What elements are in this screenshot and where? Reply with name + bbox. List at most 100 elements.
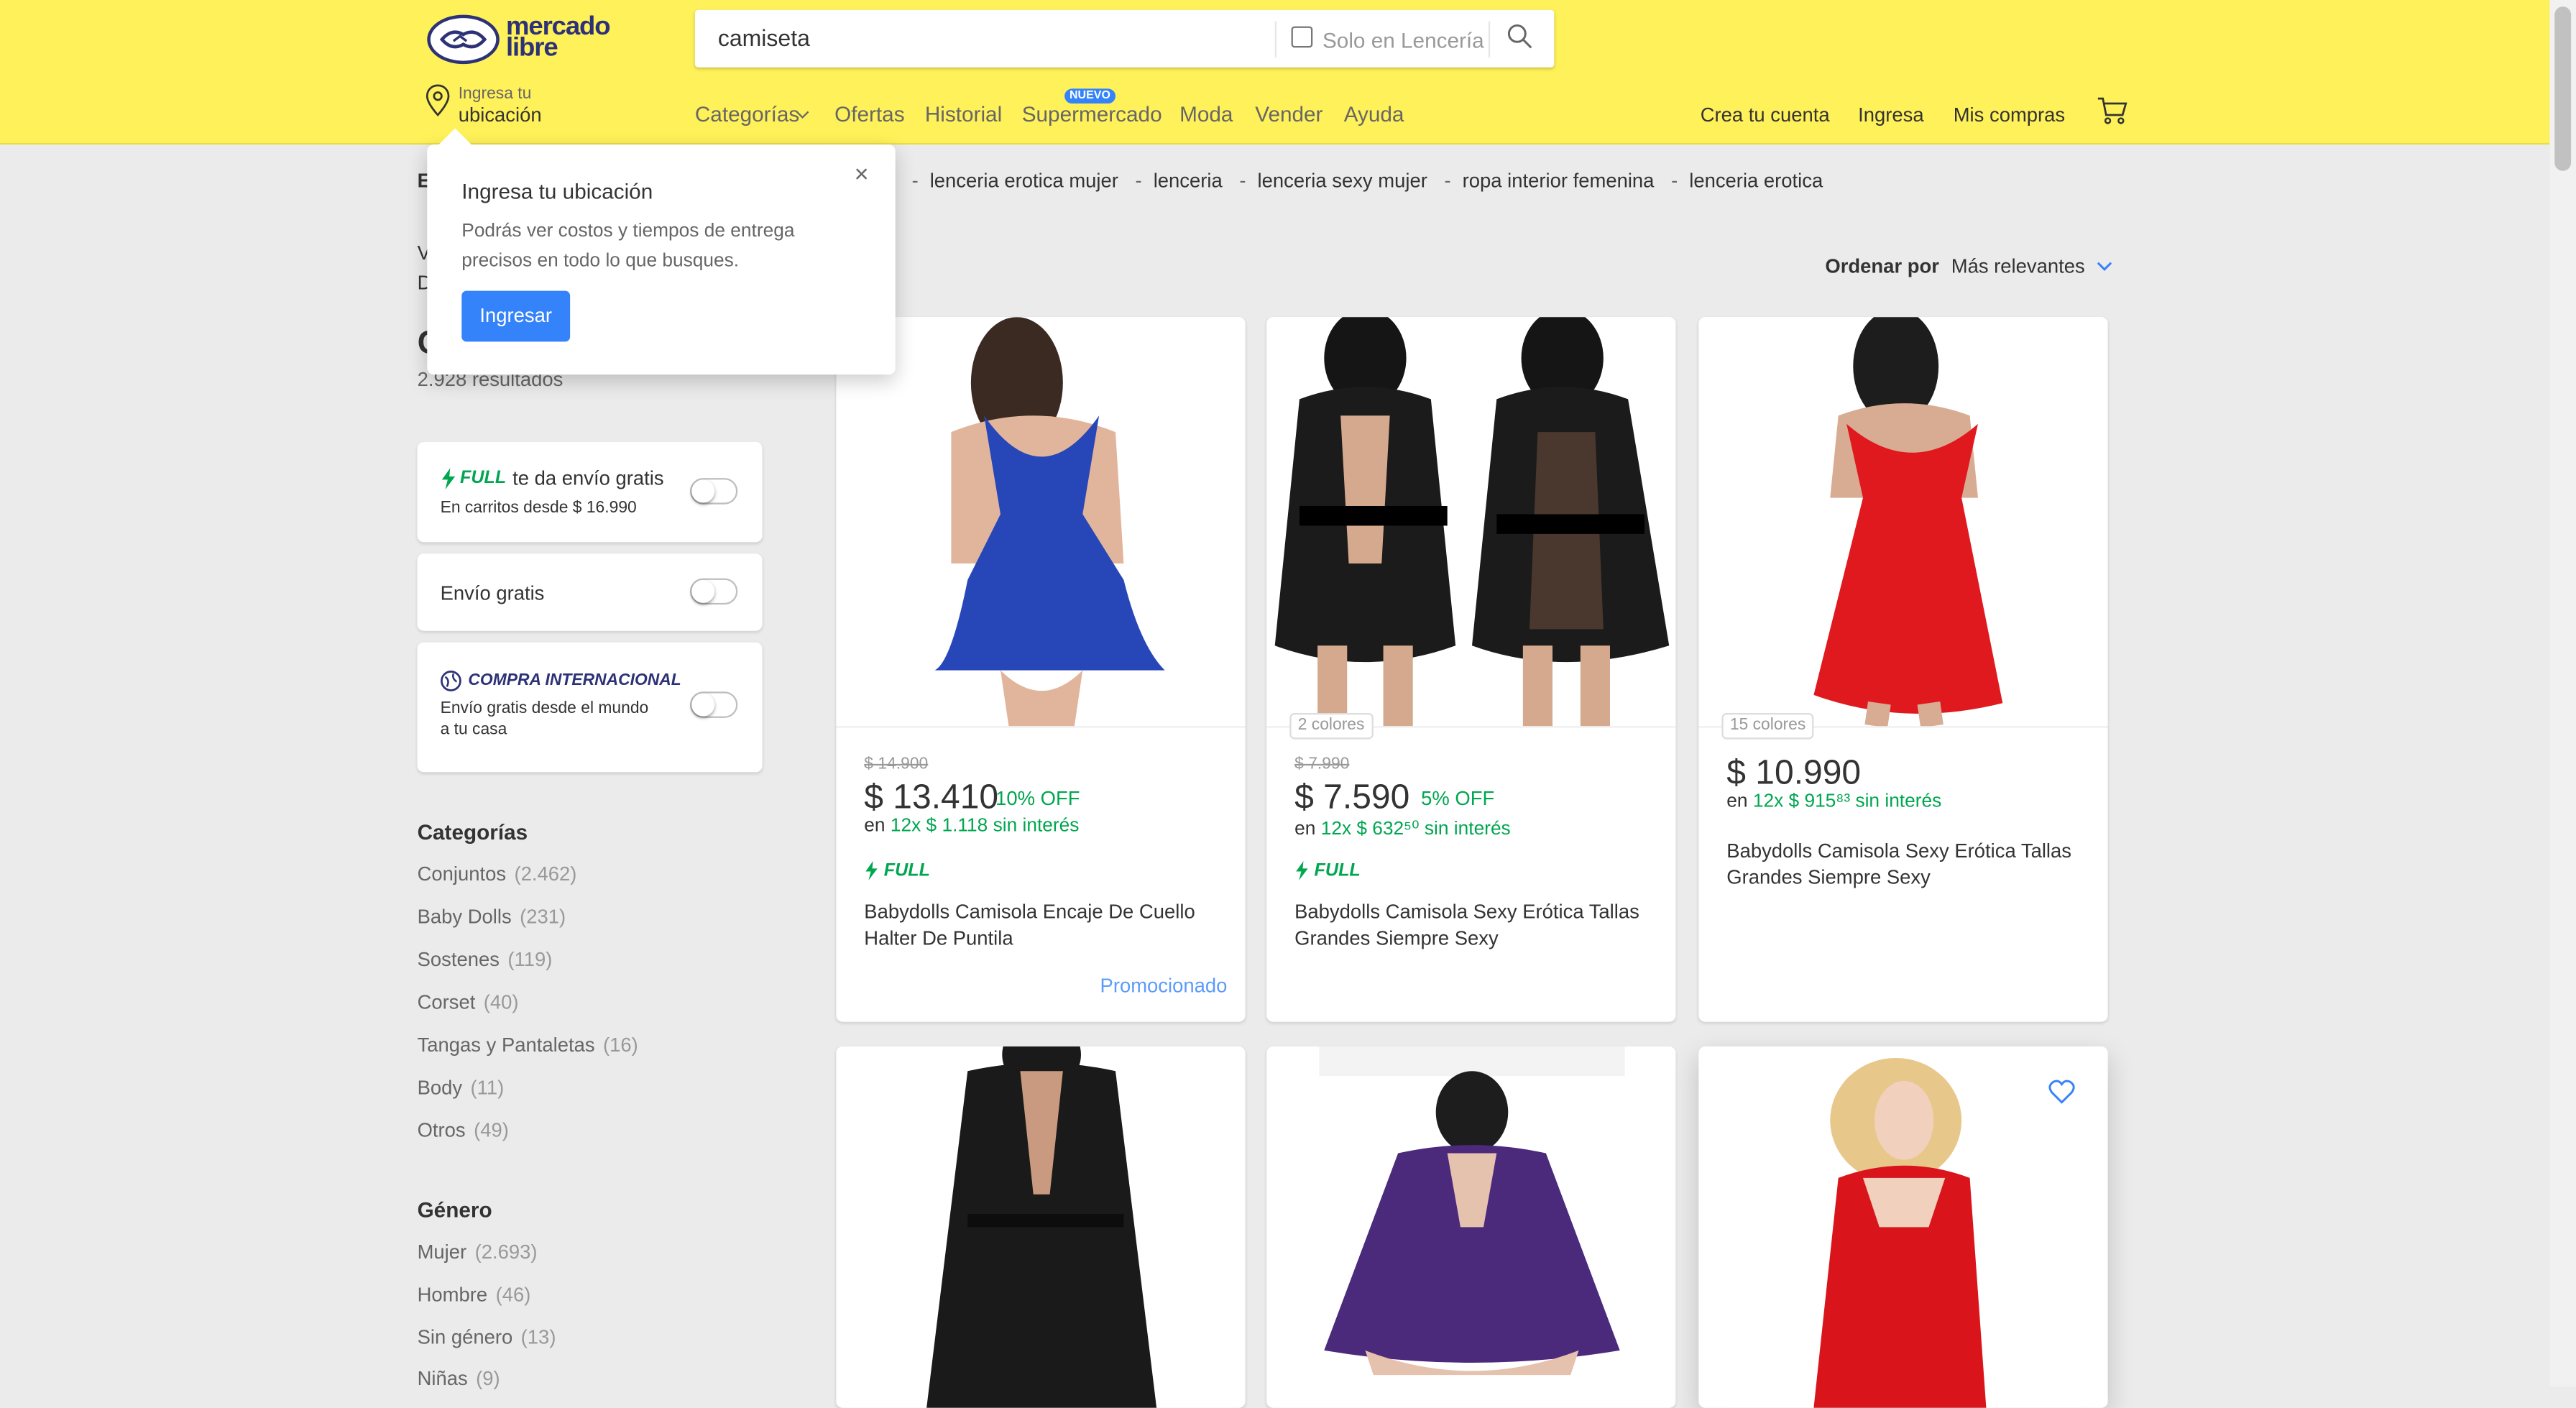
- category-name: Body: [417, 1076, 463, 1100]
- separator: -: [1671, 169, 1678, 193]
- category-link[interactable]: Corset (40): [418, 990, 519, 1013]
- product-card[interactable]: [836, 1046, 1246, 1408]
- category-name: Baby Dolls: [417, 905, 512, 929]
- product-photo-icon: [934, 317, 1165, 727]
- solo-lenceria-label[interactable]: Solo en Lencería: [1322, 28, 1484, 52]
- location-pin-icon[interactable]: [424, 84, 452, 117]
- gender-link[interactable]: Niñas (9): [418, 1367, 500, 1390]
- product-card[interactable]: [1266, 1046, 1676, 1408]
- international-toggle[interactable]: [689, 691, 738, 718]
- nav-categorias[interactable]: Categorías: [695, 102, 799, 126]
- my-purchases-link[interactable]: Mis compras: [1954, 103, 2065, 126]
- installments-value: 12x $ 915⁸³ sin interés: [1752, 791, 1942, 812]
- nav-moda[interactable]: Moda: [1179, 102, 1233, 126]
- page-scrollbar[interactable]: [2549, 0, 2576, 1387]
- gender-link[interactable]: Hombre (46): [418, 1283, 531, 1306]
- gender-name: Mujer: [417, 1240, 467, 1264]
- heart-icon[interactable]: [2048, 1080, 2075, 1104]
- product-card[interactable]: $ 14.900 $ 13.410 10% OFF en 12x $ 1.118…: [836, 317, 1246, 1022]
- location-prompt[interactable]: ubicación: [459, 103, 542, 126]
- product-title[interactable]: Babydolls Camisola Encaje De Cuello Halt…: [864, 898, 1217, 951]
- search-icon[interactable]: [1506, 23, 1533, 50]
- free-shipping-toggle[interactable]: [689, 578, 738, 605]
- gender-link[interactable]: Sin género (13): [418, 1326, 556, 1349]
- chevron-down-icon: [796, 111, 809, 119]
- gender-count: (9): [476, 1366, 500, 1390]
- search-input[interactable]: [714, 22, 1280, 53]
- installments-value: 12x $ 632⁵⁰ sin interés: [1320, 819, 1511, 839]
- gender-count: (46): [495, 1283, 531, 1307]
- category-link[interactable]: Baby Dolls (231): [418, 905, 566, 928]
- ingresar-button[interactable]: Ingresar: [461, 290, 571, 342]
- related-search-link[interactable]: ropa interior femenina: [1463, 169, 1655, 192]
- separator: -: [1135, 169, 1142, 193]
- discount: 10% OFF: [995, 786, 1080, 810]
- category-link[interactable]: Otros (49): [418, 1119, 509, 1142]
- nav-supermercado[interactable]: Supermercado: [1022, 102, 1162, 126]
- scrollbar-thumb[interactable]: [2554, 6, 2572, 171]
- nav-ofertas[interactable]: Ofertas: [834, 102, 904, 126]
- category-link[interactable]: Body (11): [418, 1076, 505, 1099]
- search-divider: [1274, 21, 1276, 57]
- gender-name: Niñas: [417, 1366, 468, 1390]
- sort-value[interactable]: Más relevantes: [1951, 254, 2085, 277]
- full-toggle[interactable]: [689, 478, 738, 505]
- category-count: (16): [603, 1033, 638, 1057]
- old-price: $ 7.990: [1294, 755, 1350, 774]
- category-count: (231): [520, 905, 566, 929]
- mercadolibre-logo-icon[interactable]: [427, 14, 500, 65]
- related-search-link[interactable]: lenceria erotica: [1689, 169, 1823, 192]
- product-card[interactable]: 15 colores $ 10.990 en 12x $ 915⁸³ sin i…: [1698, 317, 2108, 1022]
- logo-text[interactable]: mercado libre: [506, 14, 611, 61]
- category-count: (119): [507, 947, 553, 971]
- full-shipping-filter[interactable]: FULL te da envío gratis En carritos desd…: [417, 441, 763, 543]
- promoted-label: Promocionado: [1100, 974, 1228, 998]
- cart-icon[interactable]: [2097, 97, 2128, 125]
- colors-count: 2 colores: [1289, 712, 1373, 740]
- close-icon[interactable]: ×: [855, 161, 869, 189]
- category-link[interactable]: Sostenes (119): [418, 948, 553, 971]
- sort-label: Ordenar por: [1825, 254, 1939, 278]
- full-filter-title: te da envío gratis: [512, 466, 664, 490]
- create-account-link[interactable]: Crea tu cuenta: [1701, 103, 1830, 126]
- product-image[interactable]: [1698, 317, 2108, 728]
- gender-link[interactable]: Mujer (2.693): [418, 1241, 538, 1264]
- product-photo-icon: [926, 1046, 1157, 1408]
- solo-lenceria-checkbox[interactable]: [1291, 26, 1313, 48]
- international-filter[interactable]: COMPRA INTERNACIONAL Envío gratis desde …: [417, 642, 763, 773]
- sort-control[interactable]: Ordenar por Más relevantes: [1825, 254, 2113, 277]
- gender-name: Hombre: [417, 1283, 488, 1307]
- category-link[interactable]: Conjuntos (2.462): [418, 862, 577, 885]
- login-link[interactable]: Ingresa: [1858, 103, 1923, 126]
- related-search-link[interactable]: lenceria: [1154, 169, 1223, 192]
- related-search-link[interactable]: lenceria erotica mujer: [930, 169, 1118, 192]
- nav-historial[interactable]: Historial: [925, 102, 1002, 126]
- location-prompt-small[interactable]: Ingresa tu: [459, 86, 532, 103]
- gender-count: (2.693): [474, 1240, 538, 1264]
- product-image[interactable]: [836, 317, 1246, 728]
- product-card[interactable]: [1698, 1046, 2108, 1408]
- installments-prefix: en: [864, 816, 886, 837]
- category-link[interactable]: Tangas y Pantaletas (16): [418, 1034, 638, 1057]
- product-title[interactable]: Babydolls Camisola Sexy Erótica Tallas G…: [1294, 898, 1647, 951]
- product-card[interactable]: 2 colores $ 7.990 $ 7.590 5% OFF en 12x …: [1266, 317, 1676, 1022]
- product-image[interactable]: [1266, 317, 1676, 728]
- gender-name: Sin género: [417, 1325, 513, 1349]
- popup-title: Ingresa tu ubicación: [461, 179, 653, 204]
- product-title[interactable]: Babydolls Camisola Sexy Erótica Tallas G…: [1726, 838, 2079, 891]
- separator: -: [1239, 169, 1246, 193]
- installments: en 12x $ 915⁸³ sin interés: [1726, 792, 1941, 811]
- product-photo-icon: [1813, 1057, 1987, 1408]
- nav-vender[interactable]: Vender: [1255, 102, 1322, 126]
- related-searches: - lenceria erotica mujer - lenceria - lence…: [901, 169, 1823, 192]
- gender-count: (13): [520, 1325, 556, 1349]
- related-search-link[interactable]: lenceria sexy mujer: [1258, 169, 1427, 192]
- categories-heading: Categorías: [417, 819, 528, 845]
- category-name: Otros: [417, 1118, 466, 1142]
- price: $ 7.590: [1294, 778, 1410, 816]
- header: mercado libre Solo en Lencería Ingresa t…: [0, 0, 2550, 145]
- nav-ayuda[interactable]: Ayuda: [1344, 102, 1404, 126]
- free-shipping-filter[interactable]: Envío gratis: [417, 553, 763, 631]
- location-popup: Ingresa tu ubicación Podrás ver costos y…: [427, 128, 896, 375]
- full-badge: FULL: [459, 468, 507, 488]
